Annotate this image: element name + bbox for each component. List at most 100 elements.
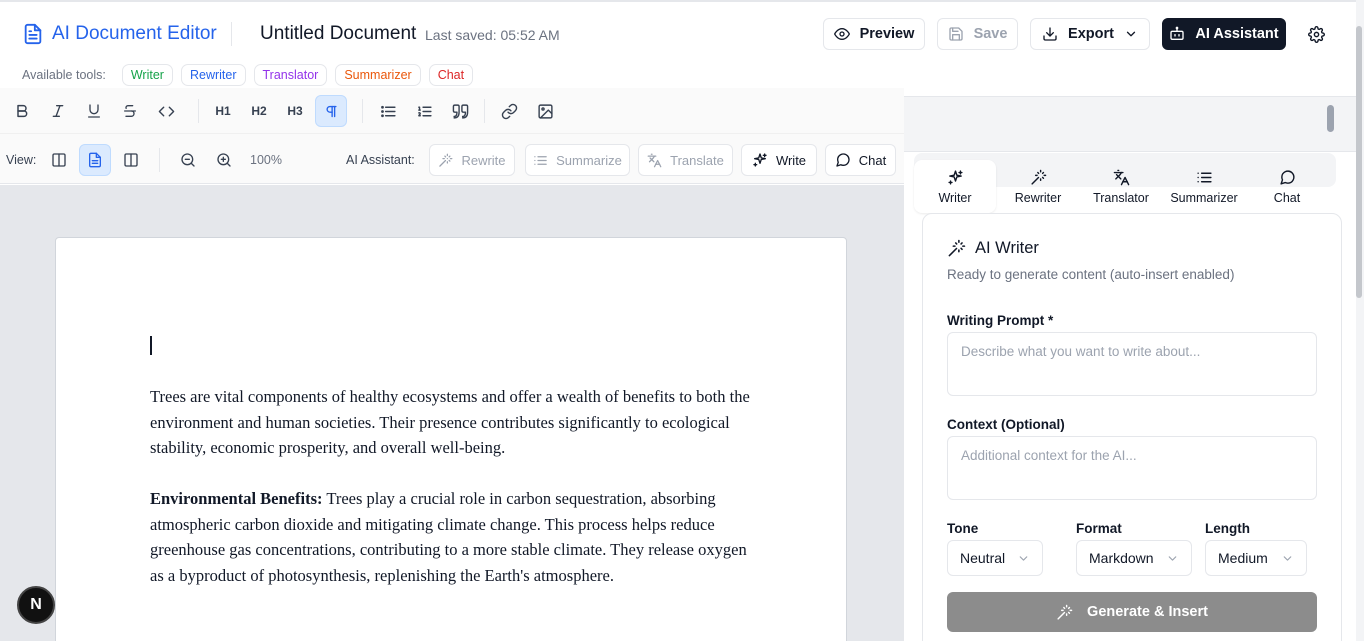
toolbar-divider bbox=[484, 99, 485, 123]
settings-button[interactable] bbox=[1304, 22, 1328, 46]
wand-icon bbox=[438, 153, 453, 168]
view-row: View: 100% AI Assistant: Rewrite Summari… bbox=[0, 134, 904, 184]
sparkles-icon bbox=[947, 169, 964, 186]
document-paragraph[interactable]: Trees are vital components of healthy ec… bbox=[150, 384, 750, 461]
translate-button[interactable]: Translate bbox=[638, 144, 733, 176]
split-view-button[interactable] bbox=[43, 144, 75, 176]
write-button[interactable]: Write bbox=[741, 144, 817, 176]
panel-scrollbar-thumb[interactable] bbox=[1327, 105, 1334, 132]
chevron-down-icon bbox=[1166, 552, 1179, 565]
format-select[interactable]: Markdown bbox=[1076, 540, 1192, 576]
ai-tabs: Writer Rewriter Translator Summarizer Ch… bbox=[914, 153, 1336, 213]
app-title: AI Document Editor bbox=[52, 23, 217, 44]
summarize-label: Summarize bbox=[556, 152, 622, 168]
document-icon bbox=[22, 22, 44, 46]
italic-icon bbox=[50, 103, 66, 119]
page-scrollbar-thumb[interactable] bbox=[1356, 26, 1362, 298]
panel-icon bbox=[123, 152, 139, 168]
document-paragraph[interactable]: Environmental Benefits: Trees play a cru… bbox=[150, 486, 750, 588]
strikethrough-button[interactable] bbox=[114, 95, 146, 127]
ai-panel: Writer Rewriter Translator Summarizer Ch… bbox=[904, 152, 1356, 641]
zoom-out-button[interactable] bbox=[172, 144, 204, 176]
format-label: Format bbox=[1076, 521, 1122, 536]
ordered-list-icon bbox=[416, 103, 433, 120]
tone-label: Tone bbox=[947, 521, 979, 536]
toolbar-divider bbox=[362, 99, 363, 123]
side-by-side-view-button[interactable] bbox=[115, 144, 147, 176]
document-title[interactable]: Untitled Document bbox=[260, 23, 416, 45]
summarize-button[interactable]: Summarize bbox=[525, 144, 630, 176]
tool-chip-summarizer[interactable]: Summarizer bbox=[335, 64, 421, 86]
heading-3-button[interactable]: H3 bbox=[279, 95, 311, 127]
tool-chip-rewriter[interactable]: Rewriter bbox=[180, 64, 246, 86]
length-value: Medium bbox=[1218, 550, 1268, 566]
preview-button[interactable]: Preview bbox=[823, 18, 925, 50]
tab-chat[interactable]: Chat bbox=[1246, 160, 1328, 213]
chat-button[interactable]: Chat bbox=[825, 144, 896, 176]
blockquote-button[interactable] bbox=[444, 95, 476, 127]
document-page[interactable]: Trees are vital components of healthy ec… bbox=[55, 237, 847, 641]
formatting-row: H1 H2 H3 bbox=[0, 88, 904, 134]
translate-label: Translate bbox=[670, 152, 724, 168]
tab-label: Rewriter bbox=[1014, 190, 1062, 205]
image-button[interactable] bbox=[529, 95, 561, 127]
bold-icon bbox=[14, 103, 30, 119]
zoom-out-icon bbox=[180, 152, 196, 168]
tab-rewriter[interactable]: Rewriter bbox=[997, 160, 1079, 213]
tone-select[interactable]: Neutral bbox=[947, 540, 1043, 576]
tool-chip-chat[interactable]: Chat bbox=[428, 64, 474, 86]
length-select[interactable]: Medium bbox=[1205, 540, 1307, 576]
tab-label: Writer bbox=[938, 190, 972, 205]
tab-label: Chat bbox=[1273, 190, 1301, 205]
prompt-input[interactable]: Describe what you want to write about... bbox=[947, 332, 1317, 396]
rewrite-label: Rewrite bbox=[461, 152, 506, 168]
bullet-list-button[interactable] bbox=[372, 95, 404, 127]
tab-writer[interactable]: Writer bbox=[914, 160, 996, 213]
export-button[interactable]: Export bbox=[1030, 18, 1150, 50]
tool-chip-writer[interactable]: Writer bbox=[121, 64, 173, 86]
ai-writer-card: AI Writer Ready to generate content (aut… bbox=[922, 213, 1342, 641]
link-button[interactable] bbox=[493, 95, 525, 127]
card-subtitle: Ready to generate content (auto-insert e… bbox=[947, 267, 1235, 282]
chevron-down-icon bbox=[1017, 552, 1030, 565]
gear-icon bbox=[1307, 25, 1325, 43]
document-view-button[interactable] bbox=[79, 144, 111, 176]
tab-translator[interactable]: Translator bbox=[1080, 160, 1162, 213]
tone-value: Neutral bbox=[960, 550, 1006, 566]
italic-button[interactable] bbox=[42, 95, 74, 127]
wand-icon bbox=[1030, 169, 1047, 186]
available-tools: Available tools: Writer Rewriter Transla… bbox=[22, 64, 474, 86]
code-button[interactable] bbox=[150, 95, 182, 127]
ai-assistant-button[interactable]: AI Assistant bbox=[1162, 18, 1286, 50]
languages-icon bbox=[647, 153, 662, 168]
tab-label: Translator bbox=[1093, 190, 1149, 205]
ordered-list-button[interactable] bbox=[408, 95, 440, 127]
heading-1-button[interactable]: H1 bbox=[207, 95, 239, 127]
eye-icon bbox=[833, 26, 850, 42]
context-input[interactable]: Additional context for the AI... bbox=[947, 436, 1317, 500]
wand-icon bbox=[947, 239, 966, 258]
dev-indicator-badge[interactable]: N bbox=[17, 586, 55, 624]
rewrite-button[interactable]: Rewrite bbox=[429, 144, 515, 176]
generate-insert-button[interactable]: Generate & Insert bbox=[947, 592, 1317, 632]
header-divider bbox=[231, 22, 232, 46]
zoom-in-button[interactable] bbox=[208, 144, 240, 176]
zoom-in-icon bbox=[216, 152, 232, 168]
tool-chip-translator[interactable]: Translator bbox=[253, 64, 328, 86]
page-scrollbar[interactable] bbox=[1356, 0, 1364, 641]
bot-icon bbox=[1169, 26, 1185, 42]
paragraph-button[interactable] bbox=[315, 95, 347, 127]
tab-summarizer[interactable]: Summarizer bbox=[1163, 160, 1245, 213]
underline-button[interactable] bbox=[78, 95, 110, 127]
file-text-icon bbox=[87, 152, 103, 168]
preview-label: Preview bbox=[859, 26, 915, 42]
save-button[interactable]: Save bbox=[937, 18, 1018, 50]
strikethrough-icon bbox=[122, 103, 138, 119]
brand: AI Document Editor bbox=[22, 22, 217, 46]
bold-button[interactable] bbox=[6, 95, 38, 127]
chat-label: Chat bbox=[858, 152, 887, 168]
languages-icon bbox=[1113, 169, 1130, 186]
code-icon bbox=[158, 103, 175, 120]
heading-2-button[interactable]: H2 bbox=[243, 95, 275, 127]
toolbar-divider bbox=[198, 99, 199, 123]
